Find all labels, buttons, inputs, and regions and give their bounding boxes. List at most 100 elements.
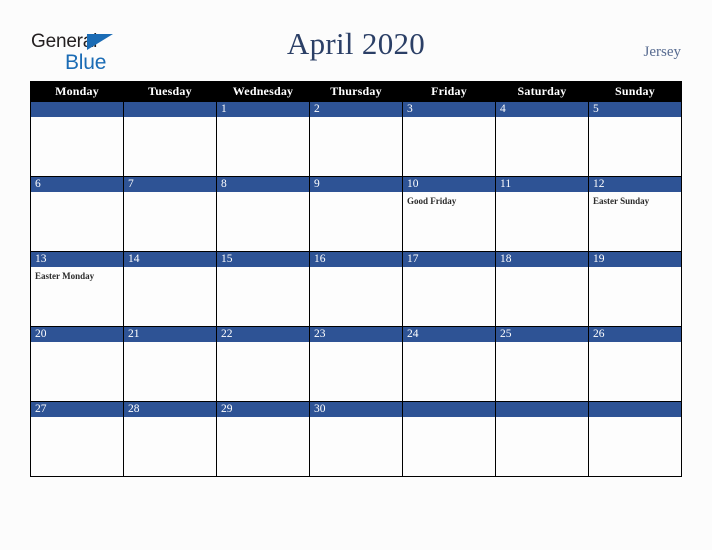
calendar-day-cell[interactable]: 20 xyxy=(30,326,124,402)
day-number: 2 xyxy=(310,102,402,117)
day-events xyxy=(31,117,123,121)
day-events xyxy=(217,267,309,271)
day-number: 22 xyxy=(217,327,309,342)
calendar-day-cell[interactable]: 12 Easter Sunday xyxy=(588,176,682,252)
weekday-header-row: Monday Tuesday Wednesday Thursday Friday… xyxy=(30,81,682,102)
calendar-day-cell[interactable]: 29 xyxy=(216,401,310,477)
calendar-week-row: 6 7 8 9 10 Good Friday 11 12 Easter Sunday xyxy=(30,176,682,252)
day-number: 19 xyxy=(589,252,681,267)
calendar-day-cell[interactable]: 27 xyxy=(30,401,124,477)
calendar-day-cell[interactable] xyxy=(495,401,589,477)
day-events xyxy=(310,417,402,421)
calendar-day-cell[interactable]: 17 xyxy=(402,251,496,327)
calendar-day-cell[interactable] xyxy=(123,101,217,177)
calendar-day-cell[interactable]: 18 xyxy=(495,251,589,327)
calendar-day-cell[interactable]: 4 xyxy=(495,101,589,177)
day-events xyxy=(496,192,588,196)
day-number: 11 xyxy=(496,177,588,192)
day-number: 21 xyxy=(124,327,216,342)
day-number: 29 xyxy=(217,402,309,417)
calendar-day-cell[interactable]: 1 xyxy=(216,101,310,177)
day-number: 15 xyxy=(217,252,309,267)
day-number: 30 xyxy=(310,402,402,417)
day-events xyxy=(124,117,216,121)
calendar-day-cell[interactable]: 23 xyxy=(309,326,403,402)
day-number: 3 xyxy=(403,102,495,117)
day-events xyxy=(403,117,495,121)
day-number xyxy=(124,102,216,117)
day-events xyxy=(31,342,123,346)
calendar-week-row: 27 28 29 30 xyxy=(30,401,682,477)
day-number: 23 xyxy=(310,327,402,342)
holiday-label: Easter Monday xyxy=(35,271,95,281)
day-number: 20 xyxy=(31,327,123,342)
day-number: 4 xyxy=(496,102,588,117)
day-events xyxy=(217,117,309,121)
calendar-day-cell[interactable] xyxy=(588,401,682,477)
weekday-header-thursday: Thursday xyxy=(309,81,403,102)
calendar-day-cell[interactable]: 26 xyxy=(588,326,682,402)
day-events xyxy=(496,417,588,421)
holiday-label: Good Friday xyxy=(407,196,457,206)
calendar-day-cell[interactable]: 8 xyxy=(216,176,310,252)
calendar-day-cell[interactable]: 22 xyxy=(216,326,310,402)
calendar-day-cell[interactable]: 6 xyxy=(30,176,124,252)
calendar-day-cell[interactable]: 14 xyxy=(123,251,217,327)
calendar-day-cell[interactable]: 5 xyxy=(588,101,682,177)
calendar-day-cell[interactable]: 28 xyxy=(123,401,217,477)
calendar-body: 1 2 3 4 5 6 7 8 9 10 Good Friday 11 12 Easter Sunday 1… xyxy=(30,101,682,477)
day-events xyxy=(403,342,495,346)
day-events xyxy=(124,192,216,196)
day-events xyxy=(31,192,123,196)
calendar-day-cell[interactable]: 25 xyxy=(495,326,589,402)
calendar-day-cell[interactable]: 10 Good Friday xyxy=(402,176,496,252)
day-number: 5 xyxy=(589,102,681,117)
calendar-day-cell[interactable]: 11 xyxy=(495,176,589,252)
calendar-day-cell[interactable]: 30 xyxy=(309,401,403,477)
day-events xyxy=(31,417,123,421)
day-number: 27 xyxy=(31,402,123,417)
calendar-grid: Monday Tuesday Wednesday Thursday Friday… xyxy=(30,81,682,477)
day-events xyxy=(124,417,216,421)
calendar-day-cell[interactable]: 15 xyxy=(216,251,310,327)
day-events xyxy=(310,117,402,121)
day-events xyxy=(124,267,216,271)
calendar-day-cell[interactable]: 19 xyxy=(588,251,682,327)
day-number: 17 xyxy=(403,252,495,267)
day-events xyxy=(496,267,588,271)
page-header: General Blue April 2020 Jersey xyxy=(0,0,712,78)
day-number: 9 xyxy=(310,177,402,192)
calendar-day-cell[interactable] xyxy=(30,101,124,177)
day-events xyxy=(496,117,588,121)
day-events xyxy=(217,342,309,346)
day-events xyxy=(589,342,681,346)
calendar-week-row: 13 Easter Monday 14 15 16 17 18 19 xyxy=(30,251,682,327)
day-number: 18 xyxy=(496,252,588,267)
weekday-header-tuesday: Tuesday xyxy=(123,81,217,102)
calendar-day-cell[interactable]: 3 xyxy=(402,101,496,177)
day-number: 12 xyxy=(589,177,681,192)
calendar-day-cell[interactable]: 21 xyxy=(123,326,217,402)
calendar-week-row: 20 21 22 23 24 25 26 xyxy=(30,326,682,402)
calendar-day-cell[interactable] xyxy=(402,401,496,477)
calendar-day-cell[interactable]: 7 xyxy=(123,176,217,252)
weekday-header-friday: Friday xyxy=(402,81,496,102)
day-number xyxy=(589,402,681,417)
day-events xyxy=(217,192,309,196)
day-events xyxy=(589,267,681,271)
day-number xyxy=(496,402,588,417)
day-events xyxy=(124,342,216,346)
calendar-day-cell[interactable]: 2 xyxy=(309,101,403,177)
day-number: 10 xyxy=(403,177,495,192)
weekday-header-monday: Monday xyxy=(30,81,124,102)
day-events xyxy=(310,342,402,346)
calendar-day-cell[interactable]: 13 Easter Monday xyxy=(30,251,124,327)
day-events xyxy=(589,417,681,421)
calendar-day-cell[interactable]: 16 xyxy=(309,251,403,327)
day-number: 28 xyxy=(124,402,216,417)
day-events xyxy=(310,267,402,271)
day-events xyxy=(589,117,681,121)
calendar-day-cell[interactable]: 9 xyxy=(309,176,403,252)
calendar-day-cell[interactable]: 24 xyxy=(402,326,496,402)
day-number: 13 xyxy=(31,252,123,267)
